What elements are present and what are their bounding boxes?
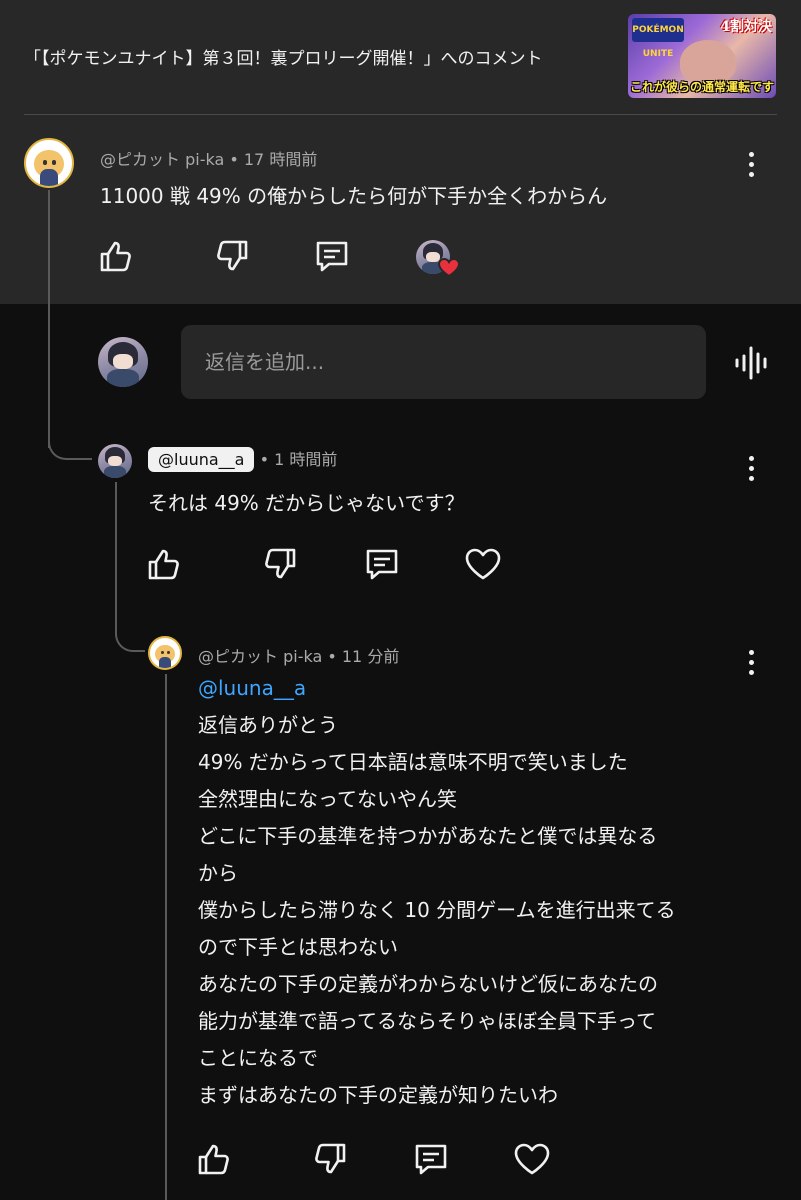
reply-input-box[interactable] (181, 325, 706, 399)
meta-separator: • (322, 647, 342, 666)
like-icon[interactable] (96, 236, 136, 276)
comment-meta: @ピカット pi-ka • 17 時間前 (100, 146, 317, 170)
reply-input[interactable] (181, 325, 706, 399)
thread-line (165, 674, 167, 1200)
thread-line (115, 482, 117, 632)
reply-line: あなたの下手の定義がわからないけど仮にあなたの (198, 972, 658, 996)
reply-line: まずはあなたの下手の定義が知りたいわ (198, 1083, 558, 1107)
reply-line: ので下手とは思わない (198, 935, 398, 959)
voice-icon[interactable] (734, 344, 772, 382)
more-options-button[interactable] (740, 454, 762, 484)
reply-line: から (198, 861, 238, 885)
reply-icon[interactable] (362, 544, 402, 584)
reply-icon[interactable] (312, 236, 352, 276)
page-title: 「【ポケモンユナイト】第３回！裏プロリーグ開催！」へのコメント (24, 49, 543, 69)
my-avatar[interactable] (98, 337, 148, 387)
reply-time: 11 分前 (341, 647, 400, 666)
more-options-button[interactable] (740, 648, 762, 678)
dislike-icon[interactable] (260, 544, 300, 584)
thumbnail-caption: これが彼らの通常運転です (629, 80, 774, 94)
reply-line: 49% だからって日本語は意味不明で笑いました (198, 750, 628, 774)
comment-author[interactable]: @ピカット pi-ka (100, 150, 224, 169)
reply-line: どこに下手の基準を持つかがあなたと僕では異なる (198, 824, 658, 848)
thread-line-branch (115, 612, 145, 652)
reply-author[interactable]: @ピカット pi-ka (198, 647, 322, 666)
reply-meta: @luuna__a • 1 時間前 (148, 446, 337, 472)
thumbnail-badge: POKÉMON UNITE (632, 18, 684, 59)
avatar[interactable] (24, 138, 74, 188)
like-icon[interactable] (194, 1139, 234, 1179)
reply-line: 全然理由になってないやん笑 (198, 787, 457, 811)
reply-body: @luuna__a 返信ありがとう 49% だからって日本語は意味不明で笑いまし… (198, 670, 676, 1114)
video-thumbnail[interactable]: POKÉMON UNITE 4割対決 これが彼らの通常運転です (628, 14, 776, 98)
reply-icon[interactable] (411, 1139, 451, 1179)
reply-line: 能力が基準で語ってるならそりゃほぼ全員下手って (198, 1009, 656, 1033)
dislike-icon[interactable] (310, 1139, 350, 1179)
header-divider (24, 114, 777, 115)
heart-icon[interactable] (463, 544, 503, 584)
meta-separator: • (224, 150, 244, 169)
dislike-icon[interactable] (212, 236, 252, 276)
reply-line: ことになるで (198, 1046, 318, 1070)
comment-time: 17 時間前 (243, 150, 318, 169)
meta-separator: • (254, 450, 275, 469)
thumbnail-corner-text: 4割対決 (720, 19, 772, 35)
heart-badge-icon (437, 256, 461, 278)
reply-meta: @ピカット pi-ka • 11 分前 (198, 643, 399, 667)
mention-link[interactable]: @luuna__a (198, 670, 676, 707)
reply-time: 1 時間前 (274, 450, 338, 469)
like-icon[interactable] (144, 544, 184, 584)
reply-author[interactable]: @luuna__a (148, 447, 255, 472)
avatar[interactable] (148, 636, 182, 670)
reply-line: 返信ありがとう (198, 713, 338, 737)
more-options-button[interactable] (740, 150, 762, 180)
reply-text: それは 49% だからじゃないです？ (148, 491, 465, 515)
heart-icon[interactable] (512, 1139, 552, 1179)
reply-line: 僕からしたら滞りなく 10 分間ゲームを進行出来てる (198, 898, 676, 922)
comment-text: 11000 戦 49% の俺からしたら何が下手か全くわからん (100, 184, 608, 208)
avatar[interactable] (98, 444, 132, 478)
thread-line-branch (48, 420, 92, 460)
thread-line (48, 190, 50, 448)
